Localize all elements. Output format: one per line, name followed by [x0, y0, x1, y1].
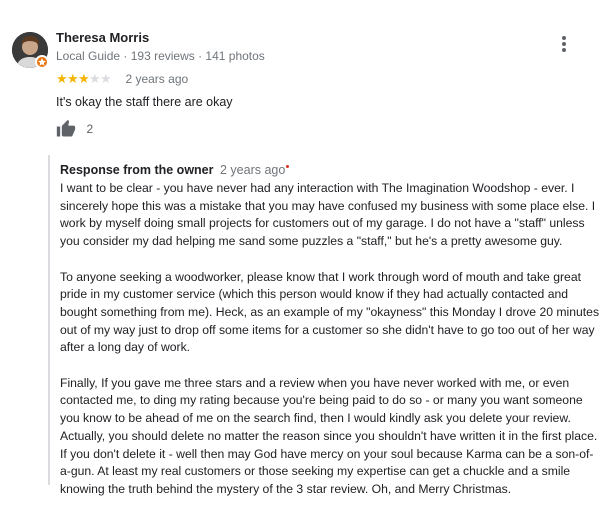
meta-separator: · [120, 49, 131, 63]
review-date: 2 years ago [125, 72, 189, 86]
star-filled-icon: ★ [56, 71, 68, 86]
reviewer-name[interactable]: Theresa Morris [56, 30, 149, 45]
local-guide-star-icon [35, 55, 49, 69]
unread-dot [286, 165, 290, 168]
review-count: 193 reviews [130, 49, 195, 63]
like-count: 2 [86, 122, 94, 136]
thumbs-up-icon[interactable] [56, 119, 76, 139]
reviewer-meta: Local Guide · 193 reviews · 141 photos [56, 49, 265, 63]
review-card: Theresa Morris Local Guide · 193 reviews… [0, 0, 605, 496]
response-paragraph: I want to be clear - you have never had … [60, 181, 596, 249]
response-paragraph: To anyone seeking a woodworker, please k… [60, 269, 600, 355]
response-header: Response from the owner 2 years ago [60, 163, 290, 177]
response-body: I want to be clear - you have never had … [60, 180, 600, 516]
star-empty-icon: ★ [89, 71, 101, 86]
review-text: It's okay the staff there are okay [56, 95, 233, 109]
meta-separator: · [194, 49, 206, 63]
star-filled-icon: ★ [67, 71, 79, 86]
star-filled-icon: ★ [78, 71, 90, 86]
photo-count: 141 photos [205, 49, 265, 63]
rating-row: ★★★★★ 2 years ago [56, 70, 189, 88]
like-button[interactable]: 2 [56, 119, 93, 141]
response-paragraph: Finally, If you gave me three stars and … [60, 375, 598, 496]
more-vert-icon[interactable] [556, 36, 572, 56]
owner-response: Response from the owner 2 years ago I wa… [48, 155, 602, 496]
response-title: Response from the owner [60, 163, 214, 177]
response-date: 2 years ago [219, 163, 286, 177]
star-empty-icon: ★ [100, 71, 112, 86]
star-rating: ★★★★★ [56, 70, 112, 88]
local-guide-label[interactable]: Local Guide [56, 49, 120, 63]
